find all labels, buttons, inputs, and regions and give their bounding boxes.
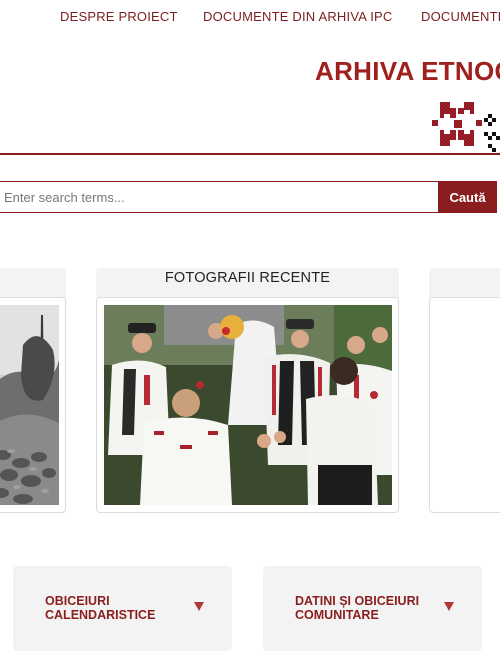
center-card-header: FOTOGRAFII RECENTE <box>96 268 399 298</box>
top-nav: DESPRE PROIECT DOCUMENTE DIN ARHIVA IPC … <box>0 0 500 34</box>
landscape-photo[interactable] <box>0 305 59 505</box>
right-card-header <box>429 268 500 298</box>
right-photo-card[interactable] <box>429 297 500 513</box>
recent-photos-heading: FOTOGRAFII RECENTE <box>164 270 331 286</box>
center-photo-card[interactable] <box>96 297 399 513</box>
left-card-header <box>0 268 66 298</box>
category-label: DATINI ȘI OBICEIURI COMUNITARE <box>295 594 420 622</box>
nav-link-documente-arhiva-ipc[interactable]: DOCUMENTE DIN ARHIVA IPC <box>203 9 392 24</box>
folk-dance-photo[interactable] <box>104 305 392 505</box>
caret-down-icon[interactable] <box>444 602 454 611</box>
site-title[interactable]: ARHIVA ETNOG <box>315 56 500 87</box>
left-photo-card[interactable] <box>0 297 66 513</box>
cross-stitch-ornament-icon[interactable] <box>432 96 500 154</box>
nav-link-documente[interactable]: DOCUMENTE <box>421 9 500 24</box>
search-button[interactable]: Caută <box>438 181 497 213</box>
header-divider <box>0 153 500 155</box>
search-input[interactable] <box>0 181 438 213</box>
nav-link-despre-proiect[interactable]: DESPRE PROIECT <box>60 9 178 24</box>
category-datini-obiceiuri-comunitare[interactable]: DATINI ȘI OBICEIURI COMUNITARE <box>263 566 482 651</box>
category-obiceiuri-calendaristice[interactable]: OBICEIURI CALENDARISTICE <box>13 566 232 651</box>
category-label: OBICEIURI CALENDARISTICE <box>45 594 156 622</box>
caret-down-icon[interactable] <box>194 602 204 611</box>
